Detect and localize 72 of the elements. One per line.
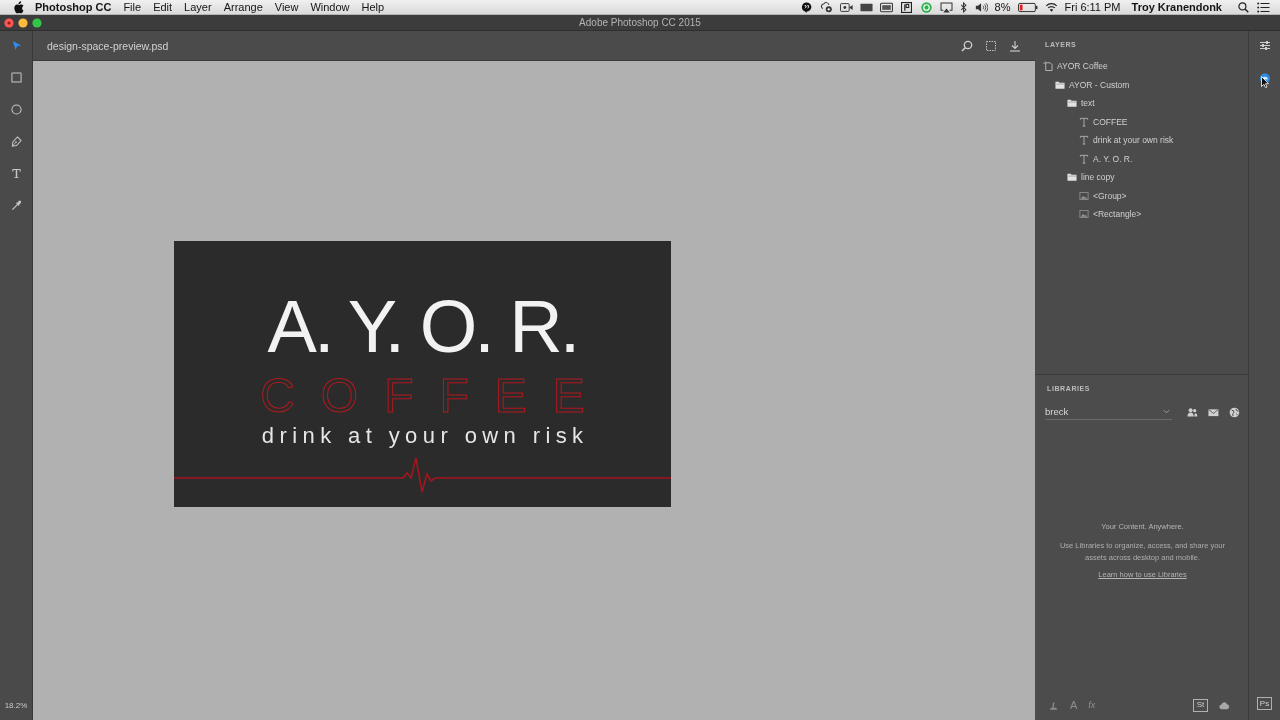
pen-tool-icon[interactable] <box>10 136 22 147</box>
artboard[interactable]: A. Y. O. R. COFFEE drink at your own risk <box>174 241 671 507</box>
thumbnail-icon <box>1079 209 1089 220</box>
tree-row[interactable]: COFFEE <box>1079 112 1128 131</box>
menu-item[interactable]: Window <box>310 1 350 13</box>
tree-row[interactable]: text <box>1067 94 1095 113</box>
wifi-icon[interactable] <box>1044 1 1058 13</box>
folder-icon <box>1067 98 1077 109</box>
airplay-icon[interactable] <box>939 1 953 13</box>
logo-subheading: COFFEE <box>259 372 611 420</box>
zoom-level: 18.2% <box>4 701 28 710</box>
rectangle-tool-icon[interactable] <box>10 72 22 83</box>
globe-icon[interactable] <box>1229 406 1240 418</box>
dashed-square-icon[interactable] <box>985 39 997 52</box>
logo-heading: A. Y. O. R. <box>267 290 578 364</box>
apple-logo-icon[interactable] <box>13 0 24 14</box>
bluetooth-icon[interactable] <box>959 1 968 13</box>
app-menu[interactable]: Photoshop CC <box>35 1 112 13</box>
user-name[interactable]: Troy Kranendonk <box>1131 1 1222 13</box>
window-icon[interactable] <box>879 1 893 13</box>
volume-icon[interactable] <box>974 1 988 13</box>
display-icon[interactable] <box>859 1 873 13</box>
tree-row[interactable]: AYOR Coffee <box>1043 57 1108 76</box>
mouse-cursor-icon <box>1260 76 1269 88</box>
tree-row[interactable]: AYOR - Custom <box>1055 75 1130 94</box>
tree-row[interactable]: <Group> <box>1079 186 1127 205</box>
cloud-sync-icon[interactable] <box>819 1 833 13</box>
tree-row[interactable]: <Rectangle> <box>1079 205 1142 224</box>
logo-tagline: drink at your own risk <box>260 425 589 447</box>
circle-logo-icon[interactable] <box>919 1 933 13</box>
menu-item[interactable]: Help <box>361 1 385 13</box>
ellipse-tool-icon[interactable] <box>10 104 22 115</box>
menu-item[interactable]: Edit <box>153 1 173 13</box>
battery-percentage: 8% <box>994 1 1011 13</box>
people-icon[interactable] <box>1187 406 1199 418</box>
speech-bubble-icon[interactable] <box>799 1 813 13</box>
sliders-icon[interactable] <box>1258 40 1271 51</box>
caret-icon <box>1163 409 1171 414</box>
minimize-icon[interactable] <box>18 17 28 28</box>
pointer-tool-icon[interactable] <box>10 40 22 51</box>
cloud-icon[interactable] <box>1219 699 1230 711</box>
type-tool-icon[interactable] <box>10 168 22 179</box>
menu-item[interactable]: View <box>274 1 299 13</box>
text-layer-icon <box>1079 153 1089 164</box>
window-title: Adobe Photoshop CC 2015 <box>579 17 701 28</box>
battery-icon[interactable] <box>1017 1 1038 13</box>
folder-icon <box>1067 172 1077 183</box>
letter-tile[interactable]: Ps <box>1257 697 1272 710</box>
clock[interactable]: Fri 6:11 PM <box>1064 1 1121 13</box>
tree-row[interactable]: drink at your own risk <box>1079 131 1174 150</box>
tree-row[interactable]: A. Y. O. R. <box>1079 149 1133 168</box>
library-dropdown[interactable]: breck <box>1045 404 1173 420</box>
text-layer-icon <box>1079 116 1089 127</box>
eyedropper-tool-icon[interactable] <box>10 200 22 211</box>
search-icon[interactable] <box>1237 1 1250 13</box>
framed-square-icon[interactable] <box>899 1 913 13</box>
text-layer-icon <box>1079 135 1089 146</box>
menu-item[interactable]: Layer <box>184 1 212 13</box>
close-icon[interactable] <box>4 17 14 28</box>
artboard-icon <box>1043 61 1053 72</box>
menu-item[interactable]: File <box>123 1 142 13</box>
folder-icon <box>1055 79 1065 90</box>
thumbnail-icon <box>1079 190 1089 201</box>
download-icon[interactable] <box>1009 39 1021 52</box>
list-icon[interactable] <box>1257 1 1270 13</box>
tree-row[interactable]: line copy <box>1067 168 1115 187</box>
mail-icon[interactable] <box>1208 406 1220 418</box>
menu-item[interactable]: Arrange <box>223 1 263 13</box>
video-camera-icon[interactable] <box>839 1 853 13</box>
letter-tile[interactable]: St <box>1193 698 1208 712</box>
document-tab[interactable]: design-space-preview.psd <box>47 39 169 52</box>
maximize-icon[interactable] <box>32 17 42 28</box>
